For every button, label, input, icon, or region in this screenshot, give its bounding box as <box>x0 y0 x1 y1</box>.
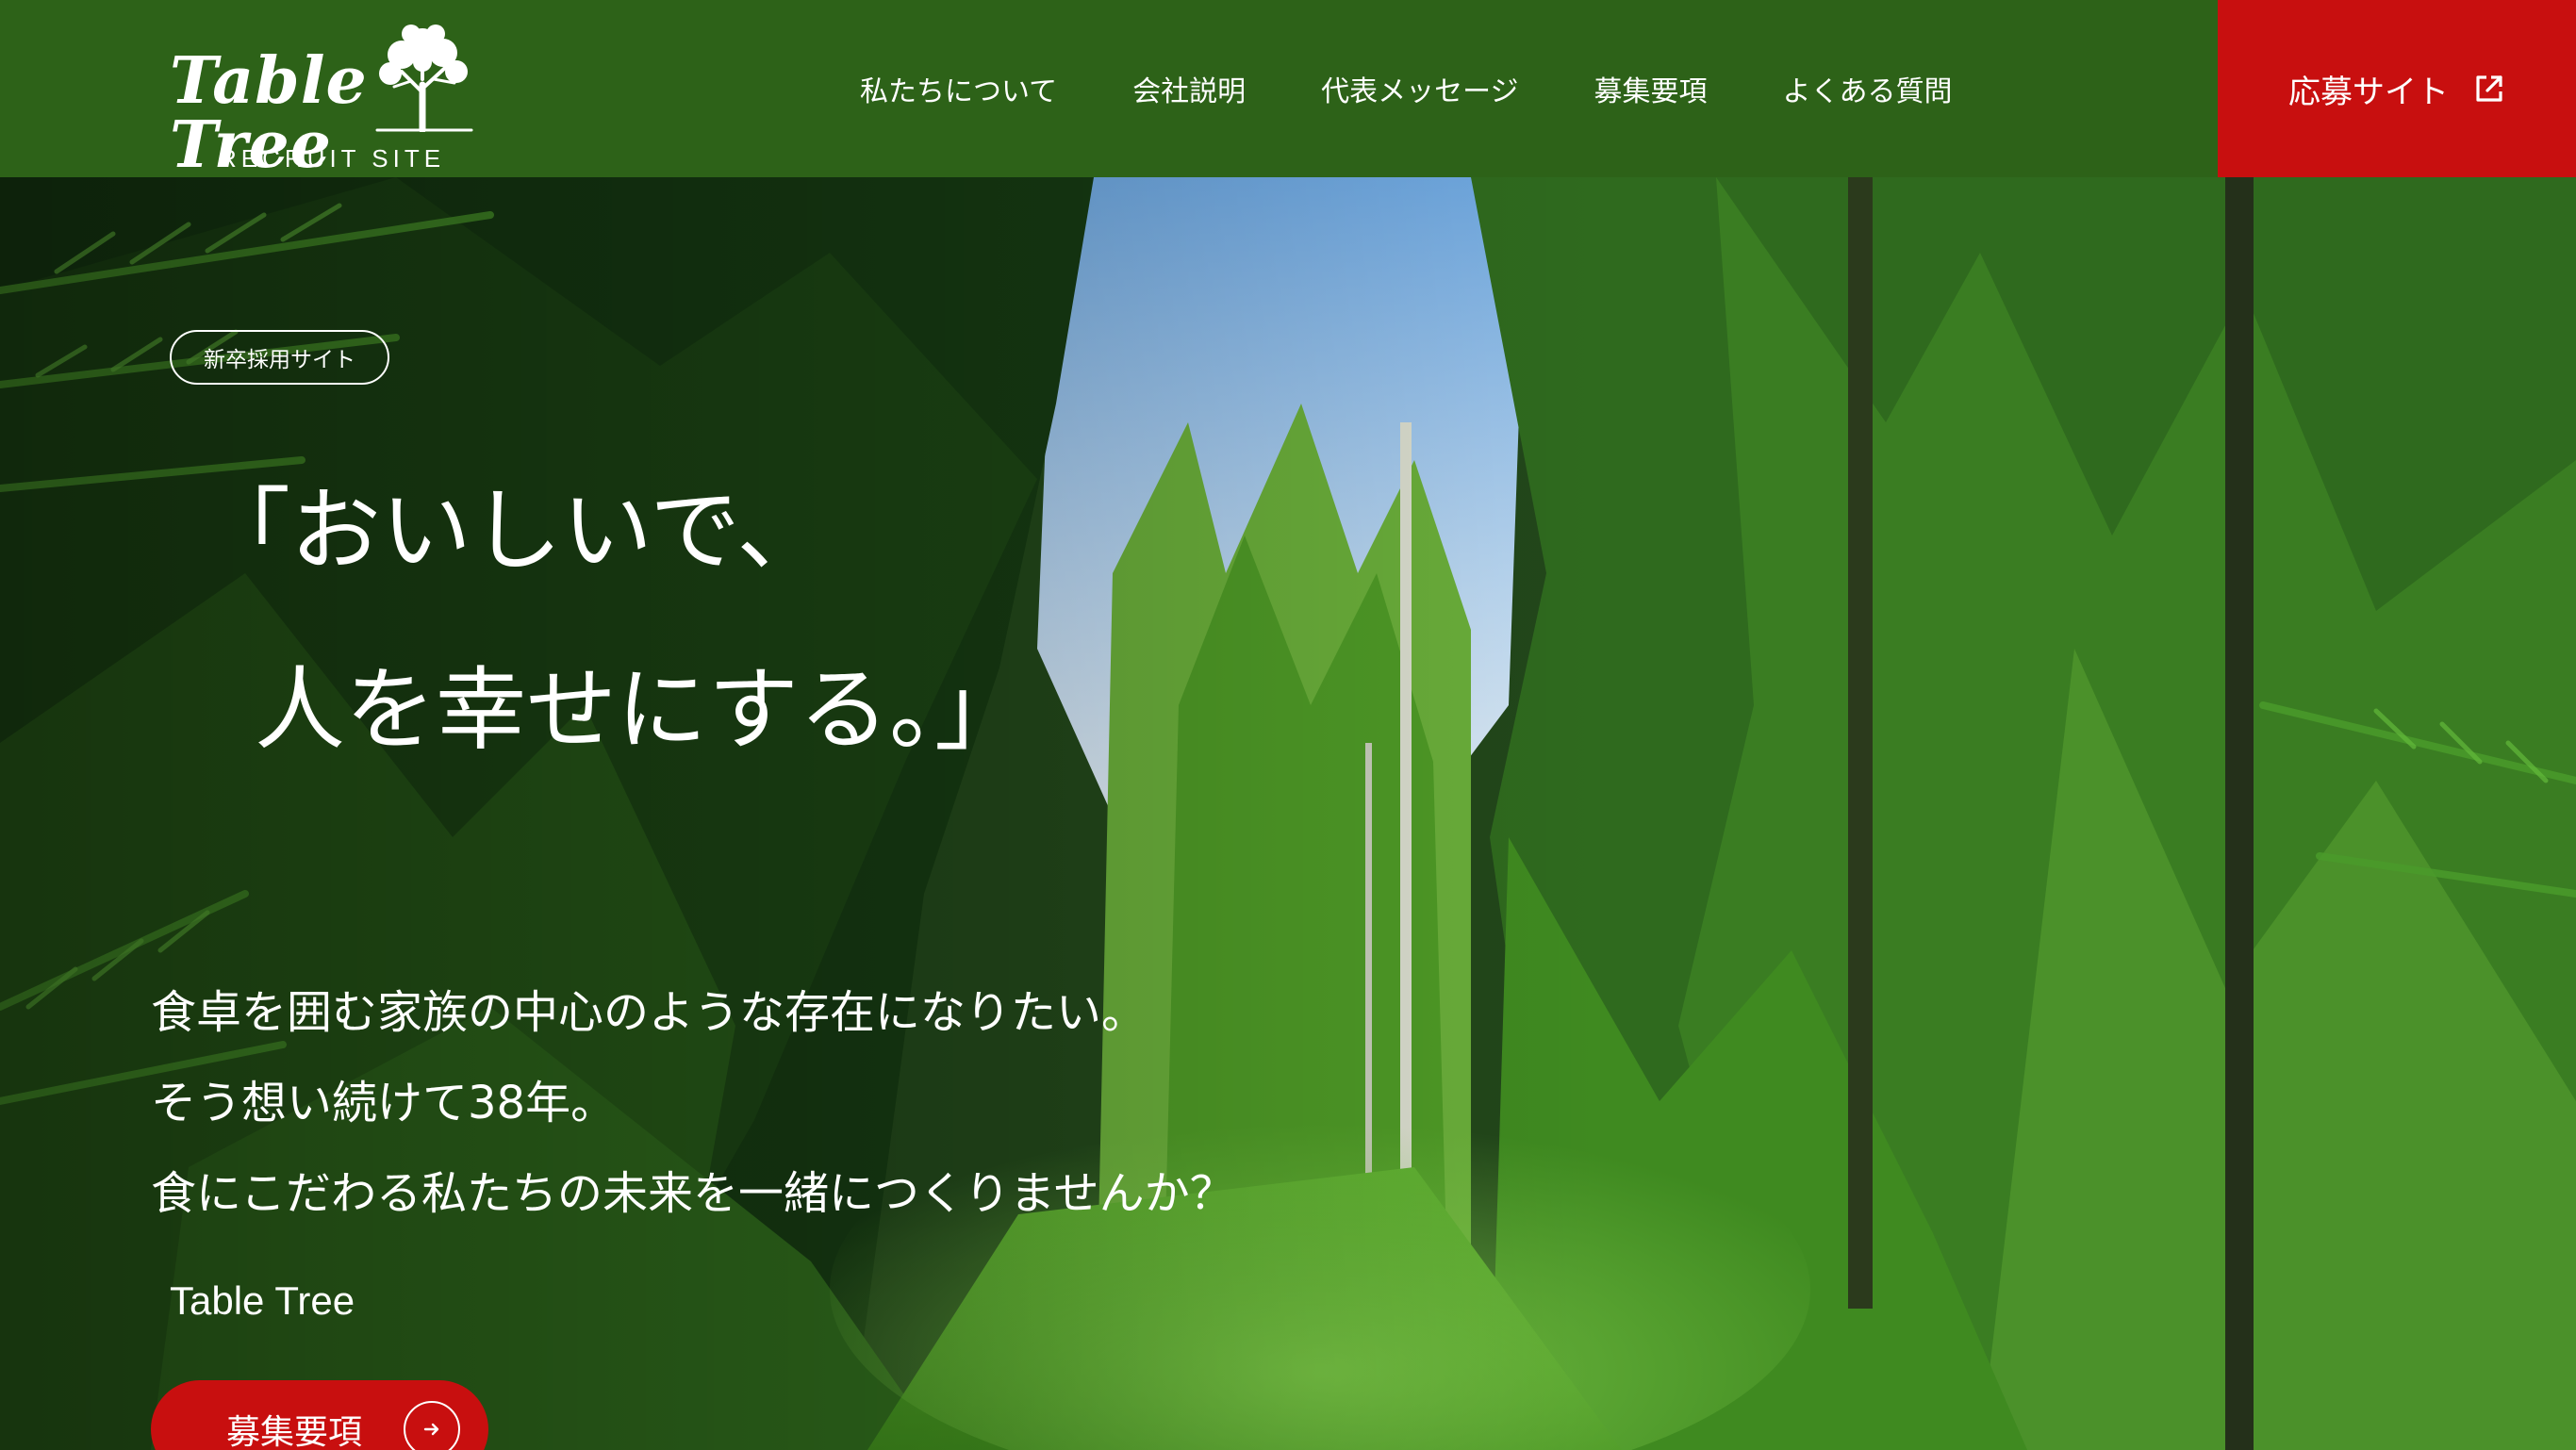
requirements-button-label: 募集要項 <box>226 1413 363 1450</box>
nav-message[interactable]: 代表メッセージ <box>1321 68 1518 109</box>
nav-about[interactable]: 私たちについて <box>860 68 1057 109</box>
nav-faq[interactable]: よくある質問 <box>1783 68 1953 109</box>
lead-line-3: 食にこだわる私たちの未来を一緒につくりませんか？ <box>151 1167 1235 1220</box>
apply-site-label: 応募サイト <box>2288 73 2449 111</box>
lead-line-1: 食卓を囲む家族の中心のような存在になりたい。 <box>151 986 1148 1039</box>
headline-line-2: 人を幸せにする。」 <box>255 657 1025 763</box>
recruit-badge: 新卒採用サイト <box>170 330 389 385</box>
logo[interactable]: Table Tree RECRUIT SITE <box>168 21 479 177</box>
arrow-right-icon <box>404 1401 460 1450</box>
lead-line-2: そう想い続けて38年。 <box>151 1077 617 1129</box>
hero-lead: 食卓を囲む家族の中心のような存在になりたい。 そう想い続けて38年。 食にこだわ… <box>151 967 1235 1239</box>
company-name: Table Tree <box>170 1278 355 1323</box>
main-nav: 私たちについて 会社説明 代表メッセージ 募集要項 よくある質問 <box>860 0 1953 177</box>
hero-section: 新卒採用サイト 「おいしいで、 人を幸せにする。」 食卓を囲む家族の中心のような… <box>0 177 2576 1450</box>
tree-logo-icon <box>375 25 473 132</box>
nav-company[interactable]: 会社説明 <box>1132 68 1246 109</box>
logo-subtitle: RECRUIT SITE <box>219 144 446 173</box>
requirements-button[interactable]: 募集要項 <box>151 1380 488 1450</box>
nav-requirements[interactable]: 募集要項 <box>1594 68 1708 109</box>
hero-headline: 「おいしいで、 人を幸せにする。」 <box>200 441 1025 799</box>
site-header: Table Tree RECRUIT SITE 私たちについて 会社説明 代表メ… <box>0 0 2576 177</box>
external-link-icon <box>2476 75 2502 102</box>
headline-line-1: 「おいしいで、 <box>200 478 828 584</box>
apply-site-button[interactable]: 応募サイト <box>2218 0 2576 177</box>
